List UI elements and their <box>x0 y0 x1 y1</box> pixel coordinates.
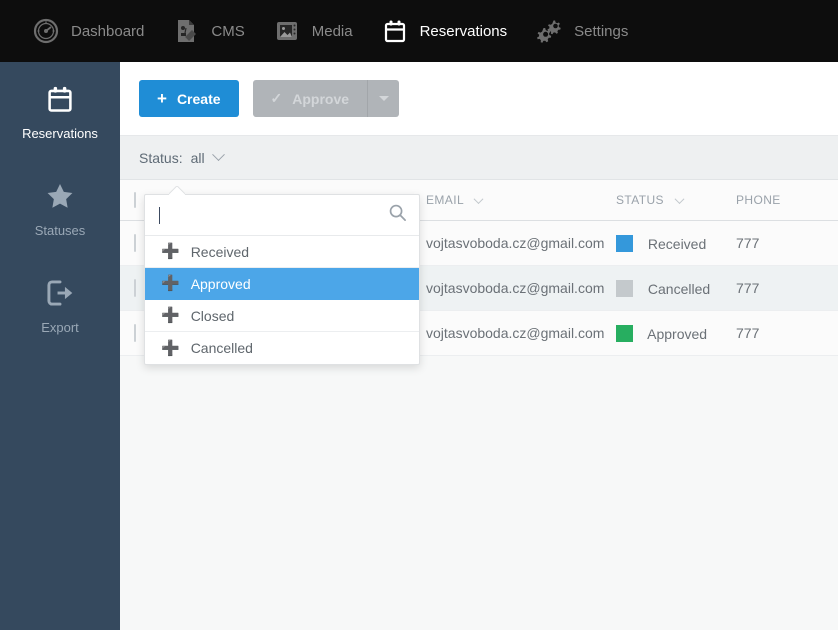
top-navigation: Dashboard CMS Media Reservations Setting… <box>0 0 838 62</box>
nav-item-dashboard[interactable]: Dashboard <box>18 0 158 62</box>
plus-icon: + <box>157 88 167 108</box>
plus-icon: ➕ <box>161 339 180 357</box>
create-button-label: Create <box>176 90 221 107</box>
star-icon <box>4 179 116 213</box>
calendar-icon <box>4 82 116 116</box>
select-all-checkbox[interactable] <box>134 192 136 208</box>
sidebar-item-label: Statuses <box>34 223 86 238</box>
approve-button-label: Approve <box>292 90 350 107</box>
search-icon[interactable] <box>388 203 407 227</box>
sidebar-item-label: Reservations <box>22 126 98 141</box>
chevron-down-icon[interactable] <box>211 148 225 162</box>
check-icon: ✓ <box>270 90 283 106</box>
plus-icon: ➕ <box>161 275 180 292</box>
nav-item-label: Reservations <box>419 22 508 40</box>
status-badge <box>616 324 633 342</box>
nav-item-settings[interactable]: Settings <box>521 0 642 62</box>
main-content: + Create ✓ Approve Status: all NAME <box>120 62 838 630</box>
chevron-down-icon[interactable] <box>674 194 685 205</box>
create-button[interactable]: + Create <box>139 80 239 117</box>
document-pen-icon <box>172 17 200 45</box>
sidebar-item-label: Export <box>41 320 79 335</box>
approve-button-group: ✓ Approve <box>252 80 400 117</box>
approve-dropdown-toggle[interactable] <box>367 80 400 117</box>
sidebar-item-export[interactable]: Export <box>0 256 120 353</box>
approve-button[interactable]: ✓ Approve <box>252 80 368 117</box>
gauge-icon <box>32 17 60 45</box>
nav-item-label: Settings <box>574 22 629 40</box>
dropdown-item-cancelled[interactable]: ➕ Cancelled <box>145 332 419 364</box>
dropdown-search-input[interactable] <box>159 207 388 223</box>
column-header-status[interactable]: STATUS <box>616 193 736 207</box>
nav-item-label: Dashboard <box>71 22 145 40</box>
nav-item-label: Media <box>311 22 353 40</box>
status-filter-value[interactable]: all <box>191 150 205 166</box>
row-checkbox[interactable] <box>134 324 136 342</box>
sidebar-item-reservations[interactable]: Reservations <box>0 62 120 159</box>
caret-down-icon <box>378 96 389 101</box>
dropdown-item-label: Approved <box>190 275 251 292</box>
cell-phone: 777 <box>736 325 760 341</box>
cell-status: Approved <box>616 324 736 342</box>
cell-email: vojtasvoboda.cz@gmail.com <box>426 235 605 251</box>
column-header-phone[interactable]: PHONE <box>736 193 836 207</box>
status-label: Approved <box>647 325 708 342</box>
sidebar-item-statuses[interactable]: Statuses <box>0 159 120 256</box>
status-label: Cancelled <box>647 280 711 297</box>
sidebar: Reservations Statuses Export <box>0 62 120 630</box>
cell-email: vojtasvoboda.cz@gmail.com <box>426 280 605 296</box>
nav-item-label: CMS <box>211 22 245 40</box>
dropdown-item-label: Received <box>190 243 250 260</box>
row-checkbox[interactable] <box>134 279 136 297</box>
row-checkbox[interactable] <box>134 234 136 252</box>
column-header-label: EMAIL <box>426 193 464 207</box>
dropdown-item-closed[interactable]: ➕ Closed <box>145 300 419 332</box>
action-toolbar: + Create ✓ Approve <box>120 62 838 136</box>
status-badge <box>616 234 633 252</box>
cell-phone: 777 <box>736 235 760 251</box>
status-label: Received <box>647 235 707 252</box>
cell-status: Cancelled <box>616 279 736 297</box>
cell-email: vojtasvoboda.cz@gmail.com <box>426 325 605 341</box>
status-filter-label: Status: <box>139 149 183 166</box>
nav-item-reservations[interactable]: Reservations <box>367 0 522 62</box>
plus-icon: ➕ <box>161 243 180 260</box>
column-header-email[interactable]: EMAIL <box>426 193 616 207</box>
status-dropdown-popover: ➕ Received ➕ Approved ➕ Closed ➕ Cancell… <box>144 194 420 365</box>
dropdown-item-label: Closed <box>190 307 235 324</box>
gears-icon <box>535 17 563 45</box>
status-filter-bar: Status: all <box>120 136 838 180</box>
plus-icon: ➕ <box>161 307 180 324</box>
cell-status: Received <box>616 234 736 252</box>
image-icon <box>273 17 301 45</box>
dropdown-search-row <box>145 195 419 236</box>
nav-item-media[interactable]: Media <box>259 0 367 62</box>
cell-phone: 777 <box>736 280 760 296</box>
chevron-down-icon[interactable] <box>473 194 484 205</box>
nav-item-cms[interactable]: CMS <box>158 0 258 62</box>
dropdown-item-label: Cancelled <box>190 340 253 356</box>
text-cursor <box>159 207 160 224</box>
dropdown-item-received[interactable]: ➕ Received <box>145 236 419 268</box>
status-badge <box>616 279 633 297</box>
export-icon <box>4 276 116 310</box>
dropdown-item-approved[interactable]: ➕ Approved <box>145 268 419 300</box>
column-header-label: PHONE <box>736 193 781 207</box>
calendar-icon <box>381 17 409 45</box>
column-header-label: STATUS <box>616 193 664 207</box>
popover-arrow <box>169 186 185 195</box>
